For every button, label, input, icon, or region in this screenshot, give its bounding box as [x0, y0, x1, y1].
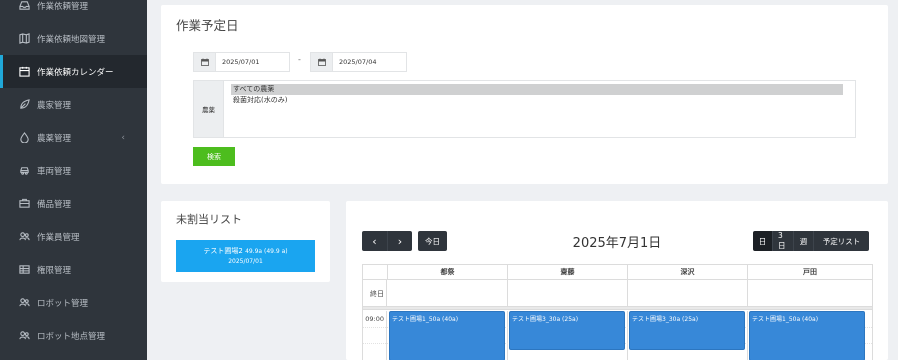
pesticide-option-water[interactable]: 殺菌対応(水のみ)	[231, 95, 843, 106]
sidebar-item-label: 農薬管理	[37, 133, 72, 144]
date-to-value[interactable]: 2025/07/04	[333, 53, 376, 71]
sidebar-item-label: 農家管理	[37, 100, 72, 111]
sidebar-item-permission-management[interactable]: 権限管理	[0, 253, 147, 286]
robot-icon	[18, 297, 30, 309]
resource-header-4: 戸田	[748, 265, 872, 280]
view-list-button[interactable]: 予定リスト	[814, 231, 869, 251]
resource-header-3: 深沢	[628, 265, 748, 280]
sidebar-item-vehicle-management[interactable]: 車両管理	[0, 154, 147, 187]
chevron-left-icon[interactable]: ‹	[121, 133, 125, 143]
date-range-separator: -	[298, 55, 301, 64]
sidebar-item-request-management[interactable]: 作業依頼管理	[0, 0, 147, 22]
resource-header-1: 都祭	[388, 265, 508, 280]
calendar-card: 2025年7月1日 ‹ › 今日 日 3日 週 予定リスト 都祭 齋藤 深沢 戸…	[346, 201, 888, 360]
inbox-icon	[18, 0, 30, 12]
divider	[363, 307, 872, 310]
sidebar-item-worker-management[interactable]: 作業員管理	[0, 220, 147, 253]
calendar-event[interactable]: テスト圃場1_50a (40a)	[389, 311, 505, 360]
pesticide-multiselect[interactable]: すべての農薬 殺菌対応(水のみ)	[224, 81, 855, 137]
allday-cell[interactable]	[508, 280, 628, 307]
view-3day-button[interactable]: 3日	[773, 231, 794, 251]
calendar-icon	[194, 53, 216, 71]
grid-icon	[18, 264, 30, 276]
view-week-button[interactable]: 週	[794, 231, 814, 251]
pesticide-label: 農薬	[194, 81, 224, 137]
briefcase-icon	[18, 198, 30, 210]
allday-cell[interactable]	[748, 280, 872, 307]
sidebar-item-label: ロボット管理	[37, 298, 89, 309]
calendar-event[interactable]: テスト圃場3_30a (25a)	[509, 311, 625, 350]
sidebar-item-robot-management[interactable]: ロボット管理	[0, 286, 147, 319]
leaf-icon	[18, 99, 30, 111]
date-from-field[interactable]: 2025/07/01	[193, 52, 290, 72]
allday-cell[interactable]	[628, 280, 748, 307]
sidebar-item-label: 作業依頼カレンダー	[37, 67, 114, 78]
card-title: 作業予定日	[176, 18, 239, 33]
sidebar-item-label: 備品管理	[37, 199, 72, 210]
allday-cell[interactable]	[388, 280, 508, 307]
search-button[interactable]: 検索	[193, 147, 235, 166]
calendar-event[interactable]: テスト圃場3_30a (25a)	[629, 311, 745, 350]
map-icon	[18, 33, 30, 45]
sidebar-item-request-calendar[interactable]: 作業依頼カレンダー	[0, 55, 147, 88]
time-slot-label: 09:00	[363, 311, 387, 360]
today-button[interactable]: 今日	[418, 231, 447, 251]
sidebar-item-farmer-management[interactable]: 農家管理	[0, 88, 147, 121]
unassigned-item-area: 49.9a (49.9 a)	[245, 248, 288, 255]
pesticide-option-all[interactable]: すべての農薬	[231, 84, 843, 95]
sidebar-item-label: ロボット地点管理	[37, 331, 106, 342]
sidebar-item-pesticide-management[interactable]: 農薬管理 ‹	[0, 121, 147, 154]
date-from-value[interactable]: 2025/07/01	[216, 53, 259, 71]
car-icon	[18, 165, 30, 177]
next-button[interactable]: ›	[387, 231, 412, 251]
drop-icon	[18, 132, 30, 144]
sidebar-item-robot-location-management[interactable]: ロボット地点管理	[0, 319, 147, 352]
unassigned-item-name: テスト圃場2	[203, 247, 243, 255]
view-day-button[interactable]: 日	[753, 231, 773, 251]
sidebar-item-label: 作業依頼管理	[37, 1, 89, 12]
calendar-icon	[18, 66, 30, 78]
calendar-event[interactable]: テスト圃場1_50a (40a)	[749, 311, 865, 360]
users-icon	[18, 231, 30, 243]
time-axis-header	[363, 265, 388, 280]
prev-button[interactable]: ‹	[362, 231, 387, 251]
pesticide-select-group: 農薬 すべての農薬 殺菌対応(水のみ)	[193, 80, 856, 138]
view-switcher: 日 3日 週 予定リスト	[753, 231, 869, 251]
schedule-filter-card: 作業予定日 2025/07/01 - 2025/07/04 農薬 すべての農薬 …	[161, 5, 888, 184]
sidebar-item-label: 車両管理	[37, 166, 72, 177]
unassigned-item-date: 2025/07/01	[228, 258, 263, 265]
resource-header-2: 齋藤	[508, 265, 628, 280]
sidebar-item-label: 権限管理	[37, 265, 72, 276]
sidebar: 作業依頼管理 作業依頼地図管理 作業依頼カレンダー 農家管理 農薬管理 ‹ 車両…	[0, 0, 147, 360]
sidebar-item-equipment-management[interactable]: 備品管理	[0, 187, 147, 220]
calendar-grid: 都祭 齋藤 深沢 戸田 終日 09:00 テスト圃場1_50a (40a) テス…	[362, 264, 873, 360]
sidebar-item-request-map[interactable]: 作業依頼地図管理	[0, 22, 147, 55]
allday-label: 終日	[363, 280, 387, 307]
unassigned-list-card: 未割当リスト テスト圃場2 49.9a (49.9 a) 2025/07/01	[161, 201, 330, 282]
sidebar-item-label: 作業依頼地図管理	[37, 34, 106, 45]
card-title: 未割当リスト	[176, 213, 242, 226]
calendar-icon	[311, 53, 333, 71]
allday-row: 終日	[363, 280, 872, 307]
date-to-field[interactable]: 2025/07/04	[310, 52, 407, 72]
robot-location-icon	[18, 330, 30, 342]
sidebar-item-label: 作業員管理	[37, 232, 80, 243]
unassigned-item[interactable]: テスト圃場2 49.9a (49.9 a) 2025/07/01	[176, 240, 315, 272]
